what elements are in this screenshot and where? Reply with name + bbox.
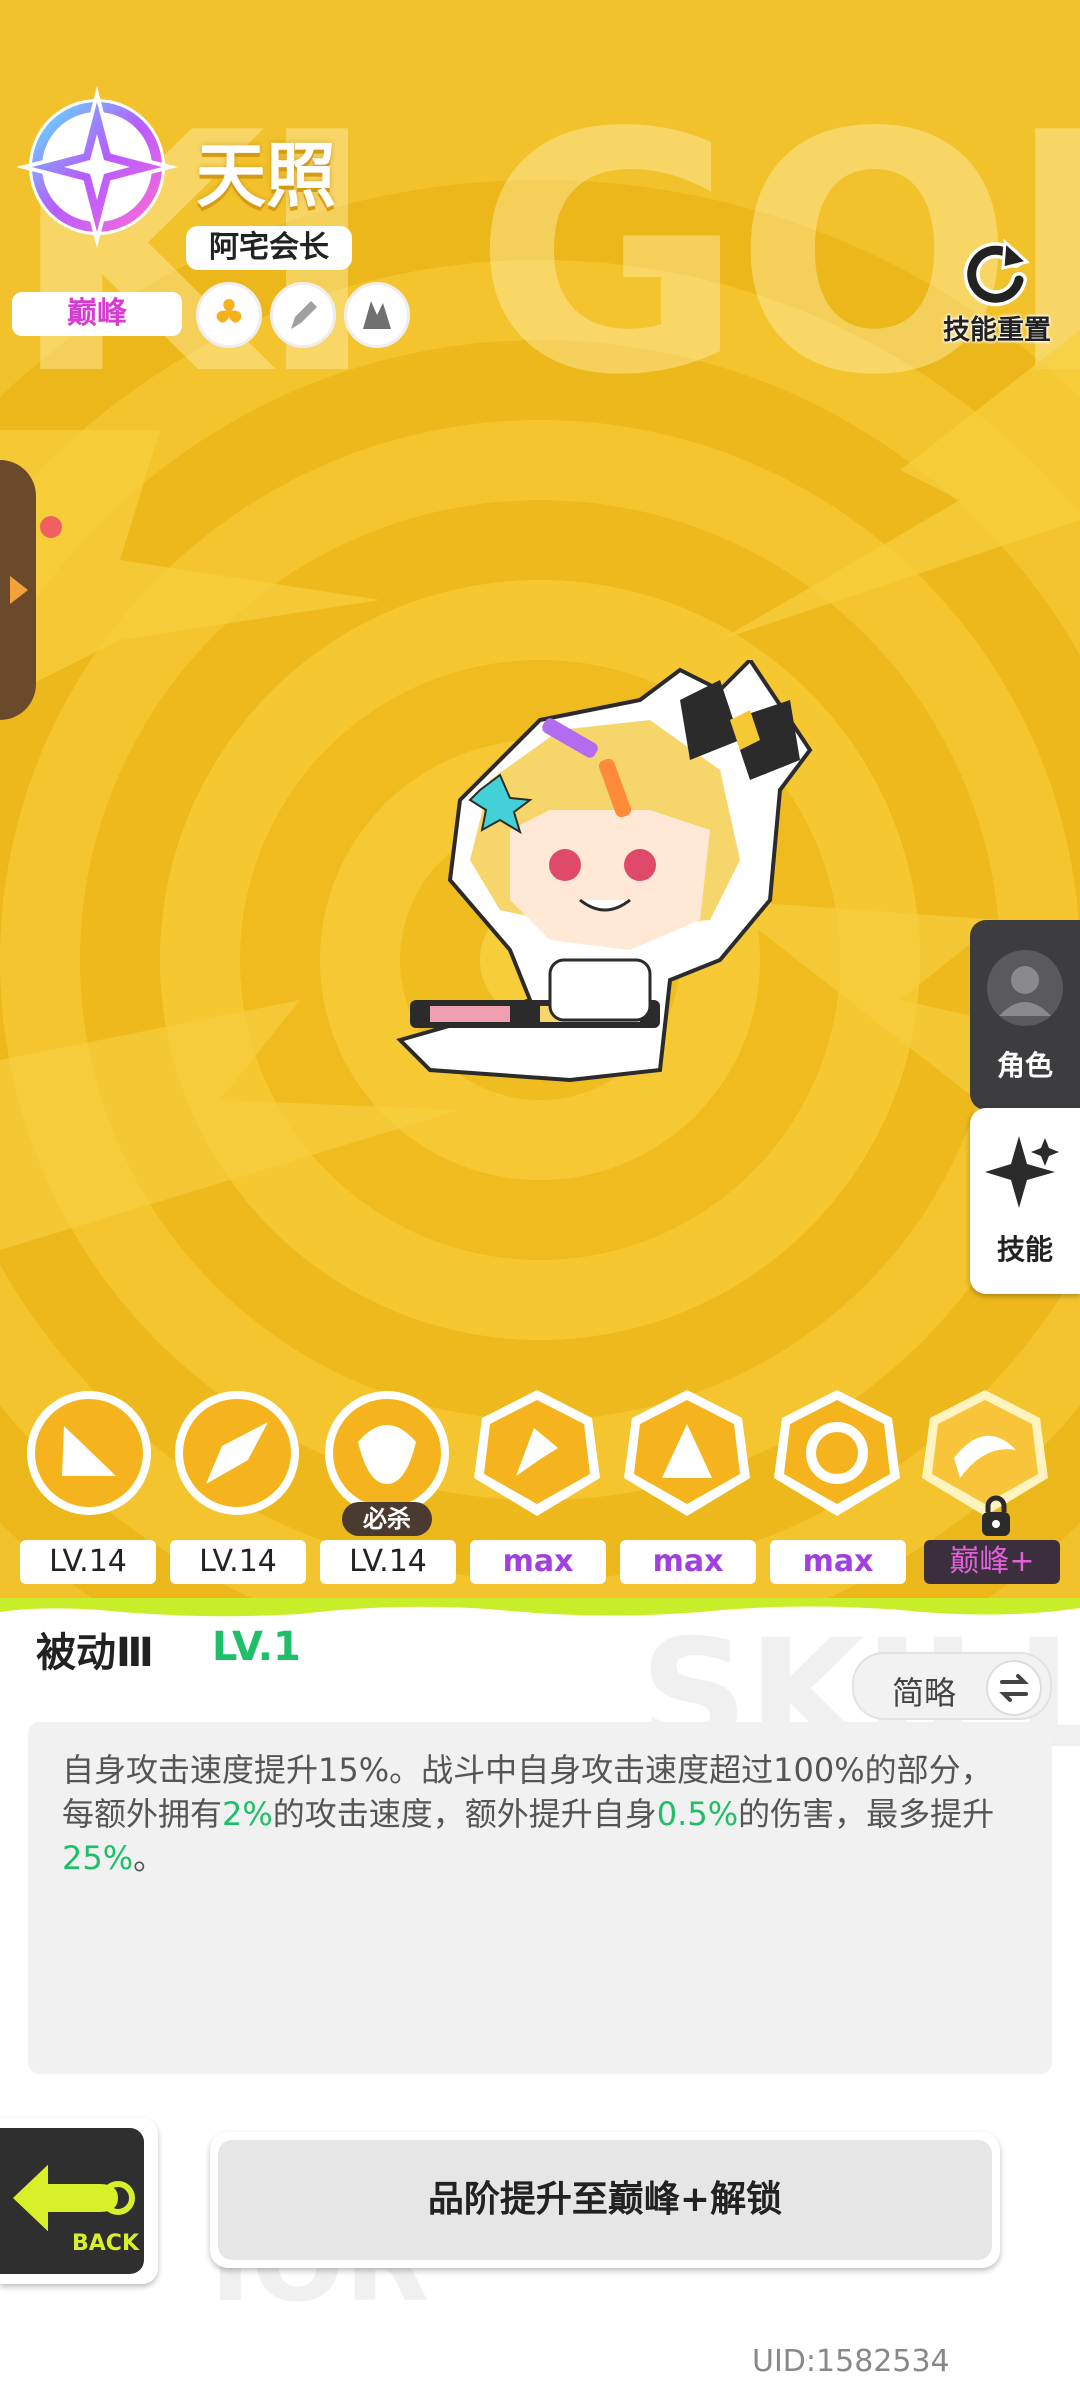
character-title-badge: 阿宅会长	[186, 226, 352, 270]
skill-level-5: max	[620, 1540, 756, 1584]
skill-slot-4[interactable]	[472, 1388, 602, 1518]
skill-reset-button[interactable]: 技能重置	[924, 236, 1070, 346]
back-label: BACK	[72, 2231, 140, 2256]
desc-value-3: 25%	[62, 1839, 134, 1877]
skill-level-1: LV.14	[20, 1540, 156, 1584]
tab-character[interactable]: 角色	[970, 920, 1080, 1110]
side-drawer-handle[interactable]	[0, 460, 36, 720]
upgrade-unlock-button[interactable]: 品阶提升至巅峰+解锁	[210, 2132, 1000, 2268]
refresh-icon	[963, 238, 1031, 307]
tab-character-label: 角色	[996, 1049, 1053, 1082]
tab-skill-label: 技能	[996, 1233, 1053, 1266]
swap-arrows-icon	[986, 1660, 1042, 1716]
avatar-icon	[987, 950, 1063, 1026]
upgrade-unlock-label: 品阶提升至巅峰+解锁	[218, 2140, 992, 2260]
ultimate-tag: 必杀	[342, 1502, 432, 1536]
damage-attribute-icon[interactable]	[344, 282, 410, 348]
back-arrow-icon: BACK	[7, 2155, 140, 2256]
desc-part-3: 的伤害，最多提升	[738, 1795, 995, 1833]
desc-part-4: 。	[133, 1839, 166, 1877]
user-id: UID:1582534	[752, 2344, 950, 2379]
desc-value-2: 0.5%	[656, 1795, 739, 1833]
skill-reset-label: 技能重置	[943, 315, 1051, 346]
back-button[interactable]: BACK	[0, 2118, 158, 2284]
class-emblem-icon	[16, 86, 178, 248]
rank-badge: 巅峰	[12, 292, 182, 336]
selected-skill-name: 被动Ⅲ	[36, 1630, 154, 1676]
desc-value-1: 2%	[222, 1795, 273, 1833]
tab-skill[interactable]: 技能	[970, 1108, 1080, 1294]
character-illustration	[396, 660, 813, 1083]
sparkle-icon	[985, 1136, 1059, 1208]
brief-toggle-label: 简略	[892, 1674, 957, 1712]
skill-description: 自身攻击速度提升15%。战斗中自身攻击速度超过100%的部分，每额外拥有2%的攻…	[62, 1748, 1022, 1880]
skill-level-3: LV.14	[320, 1540, 456, 1584]
skill-level-2: LV.14	[170, 1540, 306, 1584]
back-button-face: BACK	[0, 2128, 144, 2274]
skill-slot-6[interactable]	[772, 1388, 902, 1518]
lock-icon	[982, 1495, 1010, 1536]
weapon-attribute-icon[interactable]	[270, 282, 336, 348]
character-name: 天照	[196, 135, 336, 217]
skill-level-6: max	[770, 1540, 906, 1584]
desc-part-2: 的攻击速度，额外提升自身	[272, 1795, 657, 1833]
notification-dot	[40, 516, 62, 538]
skill-slot-1[interactable]	[24, 1388, 154, 1518]
skill-slot-3[interactable]	[322, 1388, 452, 1518]
skill-slot-5[interactable]	[622, 1388, 752, 1518]
chevron-right-icon	[10, 576, 28, 604]
skill-slot-2[interactable]	[172, 1388, 302, 1518]
selected-skill-level: LV.1	[212, 1624, 301, 1670]
slime-divider	[0, 1598, 1080, 1617]
element-attribute-icon[interactable]	[196, 282, 262, 348]
skill-level-7: 巅峰+	[924, 1540, 1060, 1584]
brief-toggle-button[interactable]: 简略	[852, 1652, 1052, 1720]
skill-description-box: 自身攻击速度提升15%。战斗中自身攻击速度超过100%的部分，每额外拥有2%的攻…	[28, 1722, 1052, 2074]
skill-level-4: max	[470, 1540, 606, 1584]
